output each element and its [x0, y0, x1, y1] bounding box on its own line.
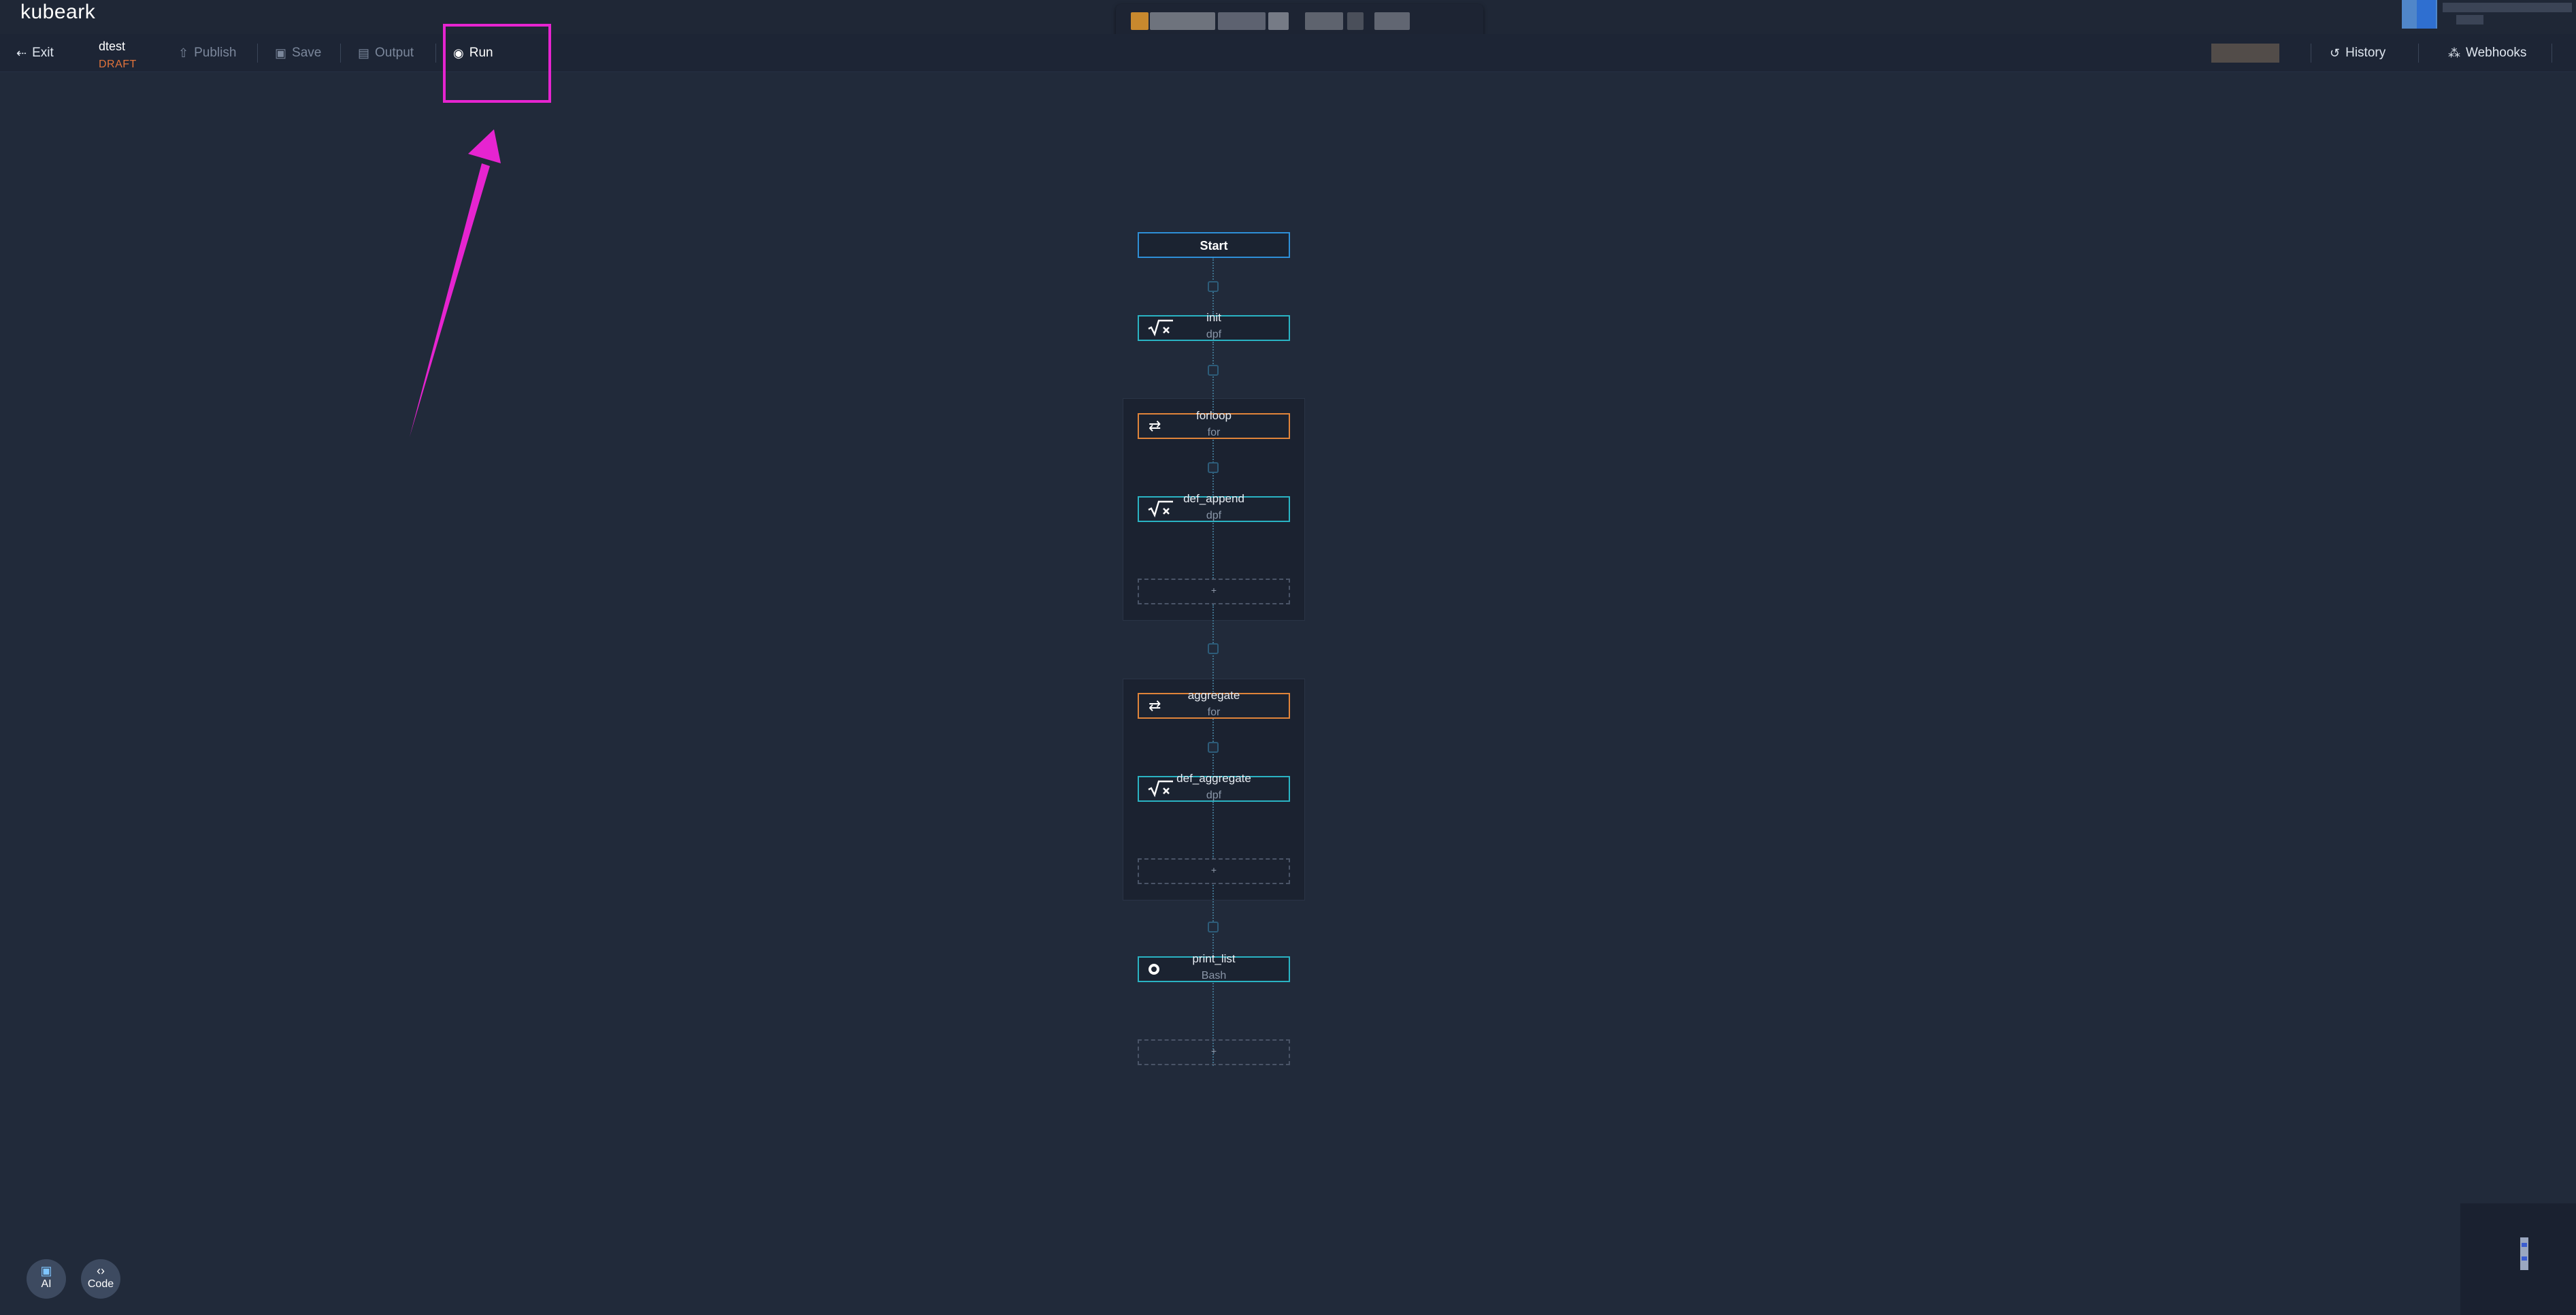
redacted-user-block — [2402, 0, 2576, 29]
exit-icon: ⇠ — [16, 46, 27, 60]
workflow-node-def-append[interactable]: def_append dpf — [1138, 492, 1290, 522]
add-step-placeholder[interactable]: + — [1138, 858, 1290, 884]
upload-icon: ⇧ — [178, 46, 189, 60]
save-button[interactable]: ▣ Save — [275, 34, 321, 72]
workflow-node-print-list[interactable]: print_list Bash — [1138, 952, 1290, 982]
add-step-placeholder[interactable]: + — [1138, 1039, 1290, 1065]
code-view-button[interactable]: ‹› Code — [81, 1259, 120, 1299]
add-step-point[interactable] — [1208, 281, 1219, 292]
calendar-icon: ▤ — [358, 46, 370, 60]
workflow-node-aggregate[interactable]: ⇄ aggregate for — [1138, 689, 1290, 719]
workflow-status-badge: DRAFT — [99, 59, 137, 70]
save-icon: ▣ — [275, 46, 287, 60]
add-step-point[interactable] — [1208, 742, 1219, 753]
divider — [257, 44, 258, 63]
connector — [1212, 523, 1214, 579]
start-node[interactable]: Start — [1138, 232, 1290, 258]
code-icon: ‹› — [97, 1264, 105, 1278]
divider — [340, 44, 341, 63]
annotation-highlight-box — [443, 24, 551, 103]
add-step-point[interactable] — [1208, 922, 1219, 932]
toolbar: ⇠ Exit ⇧ Publish ▣ Save ▤ Output ◉ Run ↺… — [0, 34, 2576, 72]
app-logo: kubeark — [20, 1, 96, 23]
add-step-point[interactable] — [1208, 462, 1219, 473]
divider — [435, 44, 436, 63]
connector — [1212, 885, 1214, 957]
workflow-name: dtest — [99, 39, 126, 53]
divider — [2418, 44, 2419, 63]
webhook-icon: ⁂ — [2448, 46, 2460, 60]
annotation-arrow — [410, 129, 501, 437]
workflow-node-def-aggregate[interactable]: def_aggregate dpf — [1138, 772, 1290, 802]
output-button[interactable]: ▤ Output — [358, 34, 414, 72]
connector — [1212, 802, 1214, 859]
add-step-point[interactable] — [1208, 643, 1219, 654]
exit-button[interactable]: ⇠ Exit — [16, 34, 54, 72]
add-step-point[interactable] — [1208, 365, 1219, 376]
minimap-node — [2522, 1243, 2527, 1247]
webhooks-button[interactable]: ⁂ Webhooks — [2448, 34, 2526, 72]
redacted-toolbar-item — [2211, 44, 2279, 63]
history-button[interactable]: ↺ History — [2330, 34, 2385, 72]
workflow-node-init[interactable]: init dpf — [1138, 311, 1290, 341]
publish-button[interactable]: ⇧ Publish — [178, 34, 236, 72]
minimap[interactable] — [2460, 1203, 2576, 1315]
workflow-node-forloop[interactable]: ⇄ forloop for — [1138, 409, 1290, 439]
ai-assistant-button[interactable]: ▣ AI — [27, 1259, 66, 1299]
robot-icon: ▣ — [40, 1264, 52, 1278]
history-icon: ↺ — [2330, 46, 2341, 60]
minimap-node — [2522, 1256, 2527, 1261]
add-step-placeholder[interactable]: + — [1138, 579, 1290, 604]
